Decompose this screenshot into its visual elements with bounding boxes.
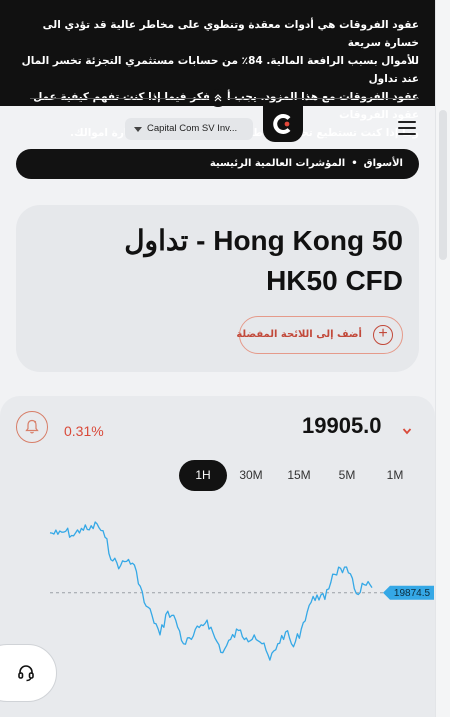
risk-warning-line: عقود الفروقات هي أدوات معقدة وتنطوي على …: [42, 19, 419, 49]
add-to-watchlist-label: أضف إلى اللائحة المفضلة: [236, 329, 362, 340]
timeframe-1h[interactable]: 1H: [179, 460, 227, 491]
title-line-1: تداول - Hong Kong 50: [124, 225, 403, 256]
support-button[interactable]: [0, 644, 57, 702]
timeframe-selector: 1H 30M 15M 5M 1M: [178, 460, 420, 491]
price-change: 0.31%: [64, 423, 104, 439]
plus-circle-icon: +: [373, 325, 393, 345]
breadcrumb-separator: •: [351, 158, 358, 169]
price-chart[interactable]: 19874.5: [0, 506, 435, 676]
account-selector[interactable]: Capital Com SV Inv...: [125, 118, 253, 140]
top-header: Capital Com SV Inv...: [0, 106, 435, 150]
account-label: Capital Com SV Inv...: [147, 123, 238, 134]
breadcrumb-markets[interactable]: الأسواق: [364, 158, 403, 169]
timeframe-15m[interactable]: 15M: [275, 460, 323, 491]
page-title: تداول - Hong Kong 50 HK50 CFD: [43, 221, 403, 301]
app-frame: عقود الفروقات هي أدوات معقدة وتنطوي على …: [0, 0, 435, 717]
breadcrumb-global-indices[interactable]: المؤشرات العالمية الرئيسية: [210, 158, 345, 169]
caret-down-icon: [134, 127, 142, 132]
chevron-down-icon[interactable]: [402, 426, 412, 436]
scrollbar-thumb[interactable]: [439, 110, 447, 260]
current-price: 19905.0: [302, 413, 382, 438]
title-line-2: HK50 CFD: [266, 265, 403, 296]
timeframe-30m[interactable]: 30M: [227, 460, 275, 491]
capital-com-logo[interactable]: [263, 106, 303, 142]
bell-icon: [25, 419, 39, 434]
add-to-watchlist-button[interactable]: + أضف إلى اللائحة المفضلة: [236, 316, 403, 354]
price-tag-label: 19874.5: [394, 588, 431, 599]
breadcrumb: الأسواق • المؤشرات العالمية الرئيسية: [16, 149, 419, 179]
price-line: [49, 521, 373, 661]
instrument-card: تداول - Hong Kong 50 HK50 CFD + أضف إلى …: [16, 205, 419, 372]
hamburger-menu-icon[interactable]: [396, 120, 418, 136]
timeframe-1m[interactable]: 1M: [371, 460, 419, 491]
headset-icon: [18, 665, 34, 682]
trading-panel: 0.31% 19905.0 1H 30M 15M 5M 1M 19874.5: [0, 396, 435, 717]
risk-warning-line: للأموال بسبب الرافعة المالية. 84٪ من حسا…: [21, 55, 419, 85]
timeframe-5m[interactable]: 5M: [323, 460, 371, 491]
price-alert-button[interactable]: [16, 411, 48, 443]
double-chevron-up-icon[interactable]: [209, 89, 227, 107]
page-scrollbar[interactable]: [435, 0, 450, 717]
